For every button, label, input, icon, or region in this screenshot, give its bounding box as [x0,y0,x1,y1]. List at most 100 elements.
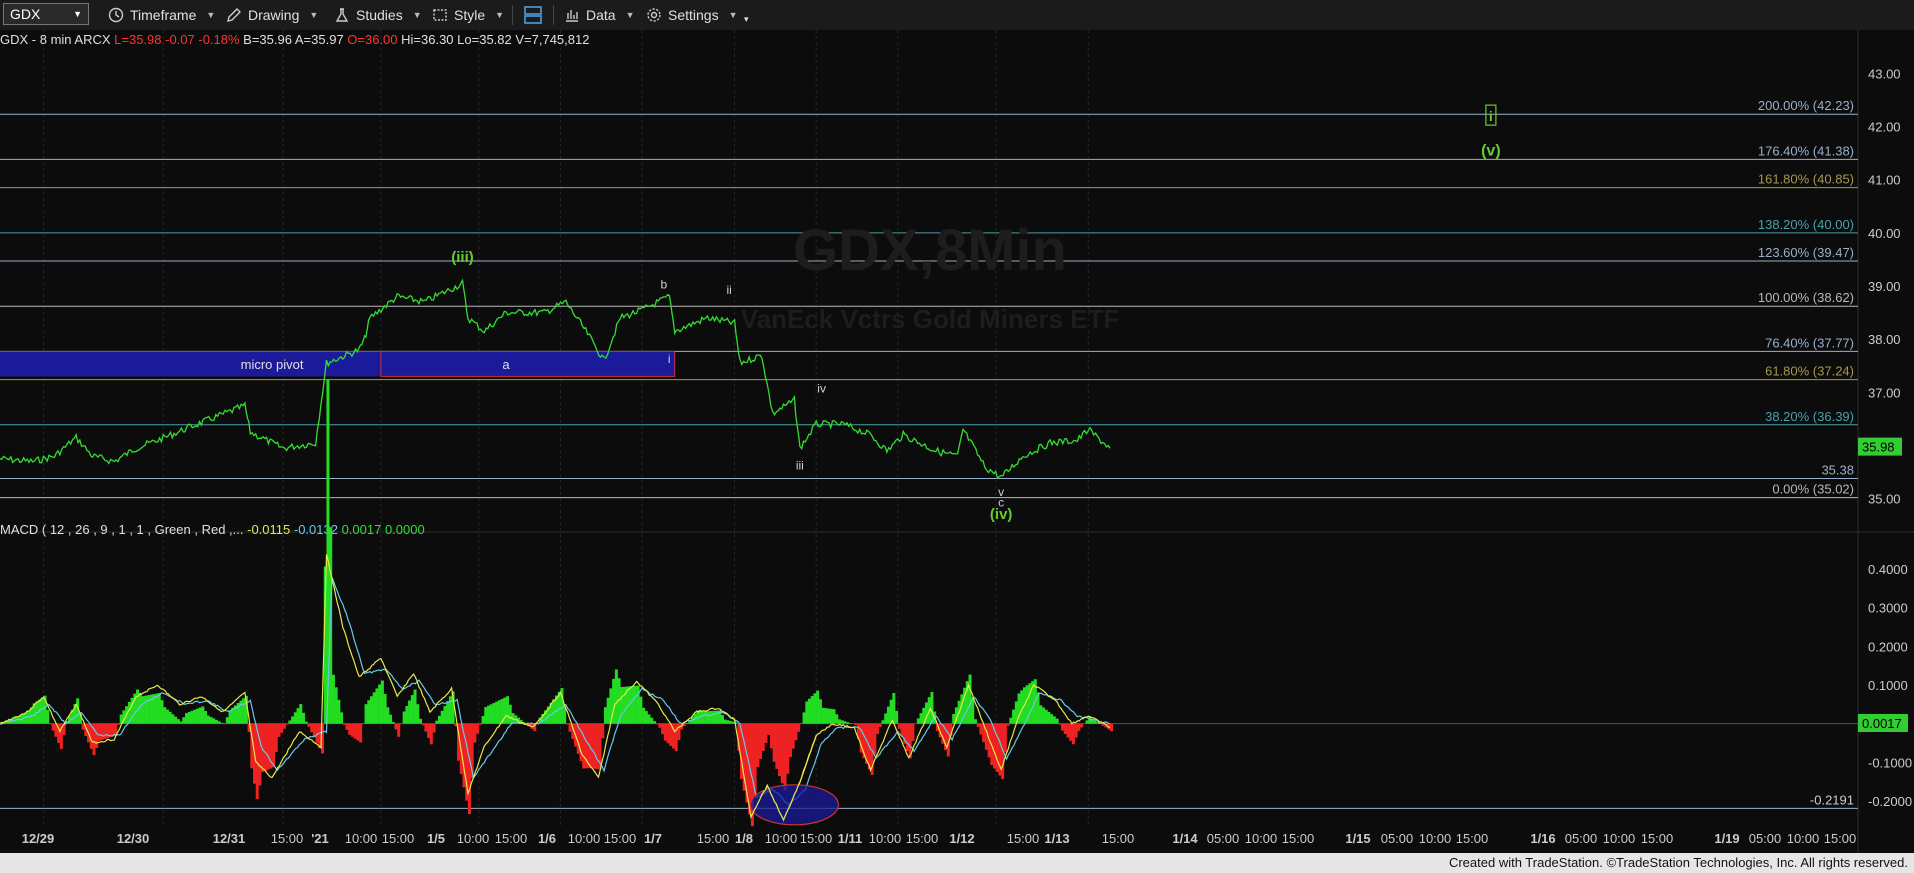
macd-histogram-bar [846,722,850,724]
macd-histogram-bar [769,723,773,749]
x-axis-tick-label: 15:00 [271,831,304,846]
price-tick-label: 39.00 [1868,279,1901,294]
x-axis-tick-label: 10:00 [457,831,490,846]
chevron-down-icon: ▼ [73,9,82,19]
x-axis-tick-label: 1/14 [1172,831,1198,846]
macd-histogram-bar [187,712,191,724]
style-label: Style [454,7,486,23]
macd-histogram-bar [484,707,488,724]
chart-area[interactable]: 200.00% (42.23) 176.40% (41.38) 161.80% (4… [0,30,1914,853]
macd-histogram-bar [263,723,267,771]
symbol-quote-line: GDX - 8 min ARCX L=35.98 -0.07 -0.18% B=… [0,32,589,47]
macd-histogram-bar [1047,711,1051,724]
macd-histogram-bar [976,723,980,727]
quote-field: Lo=35.82 [457,32,515,47]
macd-params: MACD ( 12 , 26 , 9 , 1 , 1 , Green , Red… [0,522,247,537]
symbol-value: GDX [10,6,41,22]
macd-histogram-bar [1003,723,1007,753]
macd-histogram-bar [797,723,801,732]
price-tick-label: 38.00 [1868,332,1901,347]
macd-histogram-bar [495,701,499,724]
macd-study-label: MACD ( 12 , 26 , 9 , 1 , 1 , Green , Red… [0,522,425,537]
macd-histogram-bar [837,719,841,724]
x-axis-tick-label: 10:00 [1419,831,1452,846]
x-axis-tick-label: 1/5 [427,831,445,846]
x-axis-tick-label: 15:00 [1007,831,1040,846]
macd-histogram-bar [726,720,730,724]
studies-menu[interactable]: Studies ▼ [334,0,422,30]
macd-histogram-bar [402,711,406,724]
macd-histogram-bar [832,709,836,724]
macd-histogram-bar [647,714,651,724]
x-axis-tick-label: 15:00 [604,831,637,846]
macd-histogram-bar [100,723,104,740]
macd-histogram-bar [48,723,52,725]
wave-label: i [1489,108,1493,124]
toolbar: GDX ▼ Timeframe ▼ Drawing ▼ Studies ▼ St… [0,0,1914,31]
macd-histogram-bar [595,723,599,770]
watermark-title: GDX,8Min [793,218,1067,283]
macd-divergence-ellipse[interactable] [749,784,840,826]
drawing-menu[interactable]: Drawing ▼ [226,0,318,30]
macd-last-label: 0.0017 [1862,716,1902,731]
wave-label: b [660,278,667,292]
macd-histogram-bar [1012,709,1016,724]
macd-histogram-bar [206,715,210,724]
studies-label: Studies [356,7,403,23]
quote-field: Hi=36.30 [401,32,457,47]
macd-histogram-bar [778,723,782,777]
price-tick-label: 37.00 [1868,385,1901,400]
price-tick-label: 40.00 [1868,226,1901,241]
macd-histogram-bar [157,693,161,724]
macd-histogram-bar [723,719,727,724]
data-menu[interactable]: Data ▼ [564,0,635,30]
macd-histogram-bar [710,711,714,724]
wave-a-box[interactable] [380,350,676,377]
macd-histogram-bar [24,712,28,724]
macd-histogram-bar [919,713,923,724]
macd-histogram-bar [1071,723,1075,745]
x-axis-tick-label: 12/30 [117,831,150,846]
macd-histogram-bar [1077,723,1081,731]
macd-histogram-bar [636,685,640,724]
macd-histogram-bar [429,723,433,745]
macd-histogram-bar [492,702,496,724]
style-menu[interactable]: Style ▼ [432,0,504,30]
macd-histogram-bar [478,723,482,725]
x-axis-tick-label: 05:00 [1565,831,1598,846]
macd-histogram-bar [802,712,806,724]
macd-histogram-bar [1044,709,1048,724]
macd-histogram-bar [40,697,44,724]
macd-histogram-bar [195,708,199,724]
macd-histogram-bar [486,705,490,724]
chevron-down-icon: ▼ [309,10,319,20]
macd-histogram-bar [299,704,303,724]
fib-level-label: 161.80% (40.85) [1758,172,1854,187]
settings-menu[interactable]: Settings ▼ [646,0,738,30]
fib-level-label: 61.80% (37.24) [1765,364,1854,379]
macd-histogram-bar [606,697,610,724]
timeframe-menu[interactable]: Timeframe ▼ [108,0,215,30]
macd-histogram-bar [282,723,286,729]
macd-histogram-bar [756,723,760,767]
macd-histogram-bar [304,721,308,724]
macd-histogram-bar [791,723,795,749]
macd-histogram-bar [1006,723,1010,726]
macd-tick-label: 0.3000 [1868,601,1908,616]
macd-histogram-bar [707,711,711,724]
macd-histogram-bar [353,723,357,739]
x-axis-tick-label: 15:00 [382,831,415,846]
macd-histogram-bar [223,723,227,725]
macd-histogram-bar [209,716,213,724]
micro-pivot-box[interactable] [0,351,381,377]
symbol-selector[interactable]: GDX ▼ [3,3,89,25]
macd-histogram-bar [155,693,159,724]
x-axis-tick-label: 10:00 [1603,831,1636,846]
fib-level-label: 123.60% (39.47) [1758,245,1854,260]
macd-histogram-bar [399,723,403,725]
macd-histogram-bar [285,723,289,725]
layout-button[interactable] [522,0,544,30]
macd-histogram-bar [95,723,99,749]
macd-histogram-bar [288,720,292,724]
x-axis-tick-label: 15:00 [906,831,939,846]
